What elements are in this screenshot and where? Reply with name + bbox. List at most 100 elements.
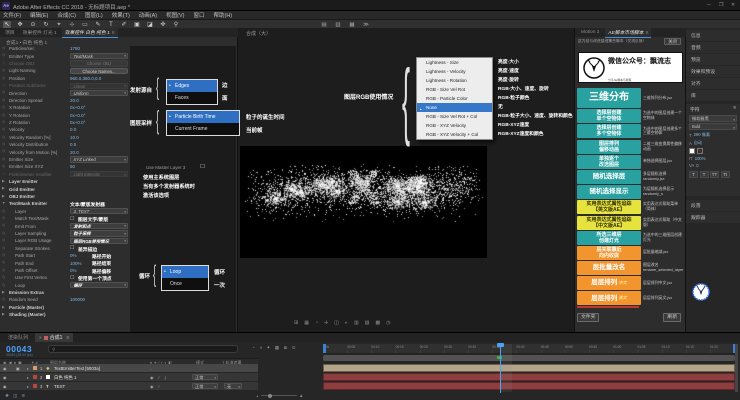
faux-style-button[interactable]: TT xyxy=(710,171,719,178)
property-dropdown[interactable]: 图层RGB使用情况▾ xyxy=(70,238,128,244)
font-family-select[interactable]: 微软雅黑 xyxy=(689,115,737,122)
script-button[interactable]: 层批量改名 xyxy=(577,261,641,275)
menu-option[interactable]: •RGB - Size Vel Rot xyxy=(417,85,492,94)
menu-item[interactable]: 编辑(E) xyxy=(30,11,48,19)
property-value[interactable]: 960.0,360.0,0.0 xyxy=(70,76,101,81)
menu-item[interactable]: 窗口 xyxy=(193,11,204,19)
property-value[interactable]: 50 xyxy=(70,164,75,169)
property-value[interactable]: 0x+0.0° xyxy=(70,120,85,125)
comp-mini-flowchart-icon[interactable]: ◔ xyxy=(252,345,255,351)
twirl-icon[interactable] xyxy=(2,98,5,102)
twirl-icon[interactable] xyxy=(2,135,5,139)
menu-option[interactable]: •Lightness - Size xyxy=(417,58,492,67)
resolution-icon[interactable]: ▥ xyxy=(354,320,359,326)
menu-item[interactable]: 文件(F) xyxy=(3,11,21,19)
motion-blur-enable-icon[interactable]: ▦ xyxy=(275,345,279,351)
dock-panel-header[interactable]: 跟踪器 xyxy=(686,212,740,223)
property-value[interactable]: 100000 xyxy=(70,297,85,302)
property-checkbox[interactable]: ☐ xyxy=(70,275,74,281)
twirl-icon[interactable] xyxy=(2,253,5,257)
snapshot-icon[interactable]: ◫ xyxy=(334,320,339,326)
playhead-handle[interactable] xyxy=(497,343,504,347)
tab-effect-controls-solid[interactable]: 效果控件 白色 纯色 1≡ xyxy=(62,28,118,38)
property-value[interactable]: 20.0 xyxy=(70,98,79,103)
menu-option[interactable]: •Once xyxy=(162,278,208,290)
menu-option[interactable]: •Edges xyxy=(167,80,217,92)
folder-button[interactable]: 文件夹 xyxy=(577,313,599,322)
twirl-icon[interactable] xyxy=(2,120,5,124)
magnification-icon[interactable]: ⊞ xyxy=(294,320,298,326)
tracking-value[interactable]: 0 xyxy=(696,163,698,168)
tab-composition-timeline[interactable]: × 合成1 ≡ xyxy=(35,333,73,342)
property-checkbox[interactable]: ☐ xyxy=(70,216,74,222)
property-value[interactable]: 0.5 xyxy=(70,142,76,147)
twirl-icon[interactable] xyxy=(2,231,5,235)
time-icon[interactable]: ◷ xyxy=(386,320,390,326)
script-button[interactable]: 所选三维层 创建灯光 xyxy=(577,231,641,245)
dock-panel-header[interactable]: 音频 xyxy=(686,42,740,53)
script-button[interactable]: 三维分布 xyxy=(577,88,641,108)
faux-style-button[interactable]: Tt xyxy=(721,171,730,178)
script-button[interactable]: 层关联靠近 向内收拢 xyxy=(577,246,641,260)
twirl-icon[interactable] xyxy=(2,305,5,309)
property-button[interactable]: Choose Names... xyxy=(70,68,128,74)
property-value[interactable]: 0.0 xyxy=(70,127,76,132)
property-value[interactable]: 20.0 xyxy=(70,150,79,155)
font-style-select[interactable]: Bold xyxy=(689,123,737,130)
twirl-icon[interactable] xyxy=(2,83,5,87)
dock-panel-header[interactable]: 效果和预设 xyxy=(686,66,740,77)
menu-option[interactable]: •Faces xyxy=(167,92,217,104)
faux-style-button[interactable]: T xyxy=(700,171,709,178)
twirl-icon[interactable] xyxy=(2,297,5,301)
property-dropdown[interactable]: 循环▾ xyxy=(70,282,128,288)
wechat-banner[interactable]: 微信公众号：飘流志 分享AE脚本与教程 xyxy=(578,52,683,83)
menu-option[interactable]: •RGB - Size Vel Rot + Col xyxy=(417,112,492,121)
twirl-icon[interactable] xyxy=(2,113,5,117)
twirl-icon[interactable] xyxy=(2,61,5,65)
twirl-icon[interactable] xyxy=(2,76,5,80)
graph-editor-icon[interactable]: ≣ xyxy=(283,345,287,351)
master-layer-checkbox[interactable]: ☐ xyxy=(200,164,205,170)
script-button[interactable]: 层层排列英文 xyxy=(577,291,641,305)
zoom-in-icon[interactable]: ▲ xyxy=(299,393,303,398)
composition-viewport[interactable] xyxy=(240,146,487,258)
tab-effect-controls-light[interactable]: 效果控件 灯光 1 xyxy=(20,28,60,37)
twirl-icon[interactable] xyxy=(2,172,5,176)
menu-item[interactable]: 效果(T) xyxy=(112,11,130,19)
twirl-icon[interactable] xyxy=(2,53,5,57)
property-value[interactable]: 0x+0.0° xyxy=(70,113,85,118)
layer-duration-bar[interactable] xyxy=(323,382,735,390)
twirl-icon[interactable] xyxy=(2,275,5,279)
property-dropdown[interactable]: Text/Mask▾ xyxy=(70,53,128,59)
script-button[interactable]: 单独逐个 改选图层 xyxy=(577,155,641,169)
crosshair-icon[interactable]: ✛ xyxy=(324,320,328,326)
timeline-search-input[interactable]: ⚲ xyxy=(48,345,238,353)
tab-render-queue[interactable]: 渲染队列 xyxy=(4,333,32,342)
dock-panel-header[interactable]: 库 xyxy=(686,90,740,101)
menu-option[interactable]: •Particle Birth Time xyxy=(167,111,239,123)
property-value[interactable]: 100% xyxy=(70,261,82,266)
frame-blend-icon[interactable]: ✦ xyxy=(266,345,270,351)
draft-3d-icon[interactable]: ◑ xyxy=(259,345,262,351)
property-value[interactable]: 0x+0.0° xyxy=(70,105,85,110)
property-dropdown[interactable]: Uniform▾ xyxy=(70,90,128,96)
leading-value[interactable]: 自动 xyxy=(694,140,702,146)
twirl-icon[interactable] xyxy=(2,90,5,94)
menu-item[interactable]: 合成(C) xyxy=(57,11,76,19)
work-area-bar[interactable] xyxy=(323,355,735,361)
property-button[interactable]: Choose OBJ xyxy=(70,60,128,66)
search-layers-icon[interactable]: ⊙ xyxy=(292,345,296,351)
menu-option[interactable]: •None xyxy=(417,103,492,112)
property-value[interactable]: 0% xyxy=(70,268,77,273)
menu-option[interactable]: •Lightness - Rotation xyxy=(417,76,492,85)
tab-project[interactable]: 项目 xyxy=(2,28,18,37)
twirl-icon[interactable] xyxy=(2,179,5,183)
in-out-columns-icon[interactable]: ≋ xyxy=(21,393,25,399)
dock-panel-header[interactable]: 对齐 xyxy=(686,78,740,89)
twirl-icon[interactable] xyxy=(2,209,5,213)
script-button[interactable]: 实用表达式属性追踪 【英文版AE】 xyxy=(577,200,641,214)
timeline-scrollbar[interactable] xyxy=(735,344,738,392)
zoom-out-icon[interactable]: ▲ xyxy=(256,394,259,398)
twirl-icon[interactable] xyxy=(2,290,5,294)
property-checkbox[interactable]: ☐ xyxy=(70,245,74,251)
